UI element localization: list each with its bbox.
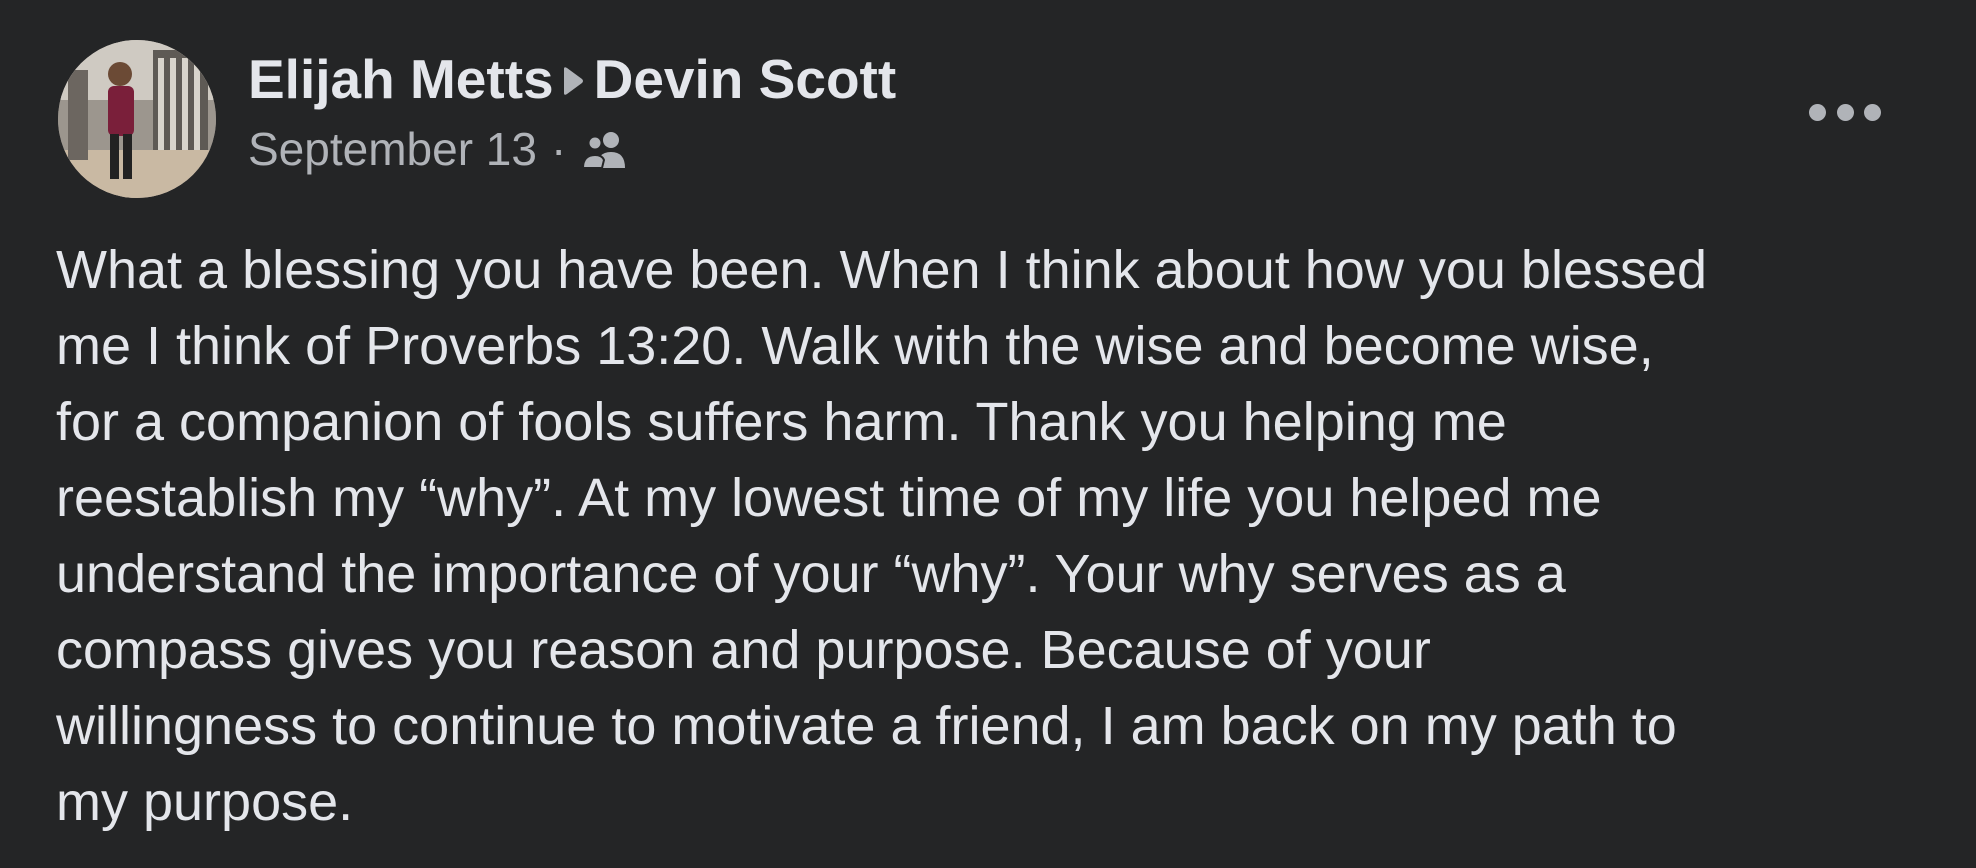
post-names: Elijah Metts Devin Scott [248, 44, 896, 114]
author-name[interactable]: Elijah Metts [248, 44, 554, 114]
post-header: Elijah Metts Devin Scott September 13 · [248, 44, 896, 178]
post-date[interactable]: September 13 [248, 120, 537, 178]
avatar[interactable] [58, 40, 216, 198]
more-dot [1864, 103, 1881, 121]
shared-to-arrow-icon [554, 44, 594, 114]
recipient-name[interactable]: Devin Scott [594, 44, 897, 114]
post-body-text: What a blessing you have been. When I th… [56, 240, 1708, 832]
meta-separator: · [550, 123, 567, 175]
more-dot [1809, 103, 1826, 121]
post-meta: September 13 · [248, 120, 896, 178]
friends-icon[interactable] [580, 127, 630, 171]
more-dot [1836, 103, 1854, 121]
post-card: Elijah Metts Devin Scott September 13 · [0, 0, 1976, 868]
more-options-icon[interactable] [1809, 92, 1881, 132]
